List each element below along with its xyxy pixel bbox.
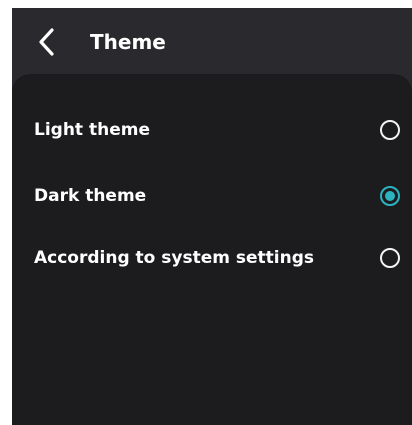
radio-light-theme[interactable] [380, 120, 400, 140]
chevron-left-icon [39, 28, 54, 56]
option-label: Dark theme [34, 186, 147, 206]
theme-options-panel: Light theme Dark theme According to syst… [12, 74, 412, 425]
header-bar: Theme [12, 8, 412, 74]
option-label: Light theme [34, 120, 150, 140]
back-button[interactable] [32, 26, 60, 58]
option-dark-theme[interactable]: Dark theme [12, 171, 412, 221]
radio-dark-theme[interactable] [380, 186, 400, 206]
radio-system-theme[interactable] [380, 248, 400, 268]
page-title: Theme [90, 30, 166, 54]
theme-screen: Theme Light theme Dark theme According t… [12, 8, 412, 425]
option-label: According to system settings [34, 248, 315, 268]
option-system-theme[interactable]: According to system settings [12, 233, 412, 283]
option-light-theme[interactable]: Light theme [12, 105, 412, 155]
radio-dot [385, 191, 395, 201]
